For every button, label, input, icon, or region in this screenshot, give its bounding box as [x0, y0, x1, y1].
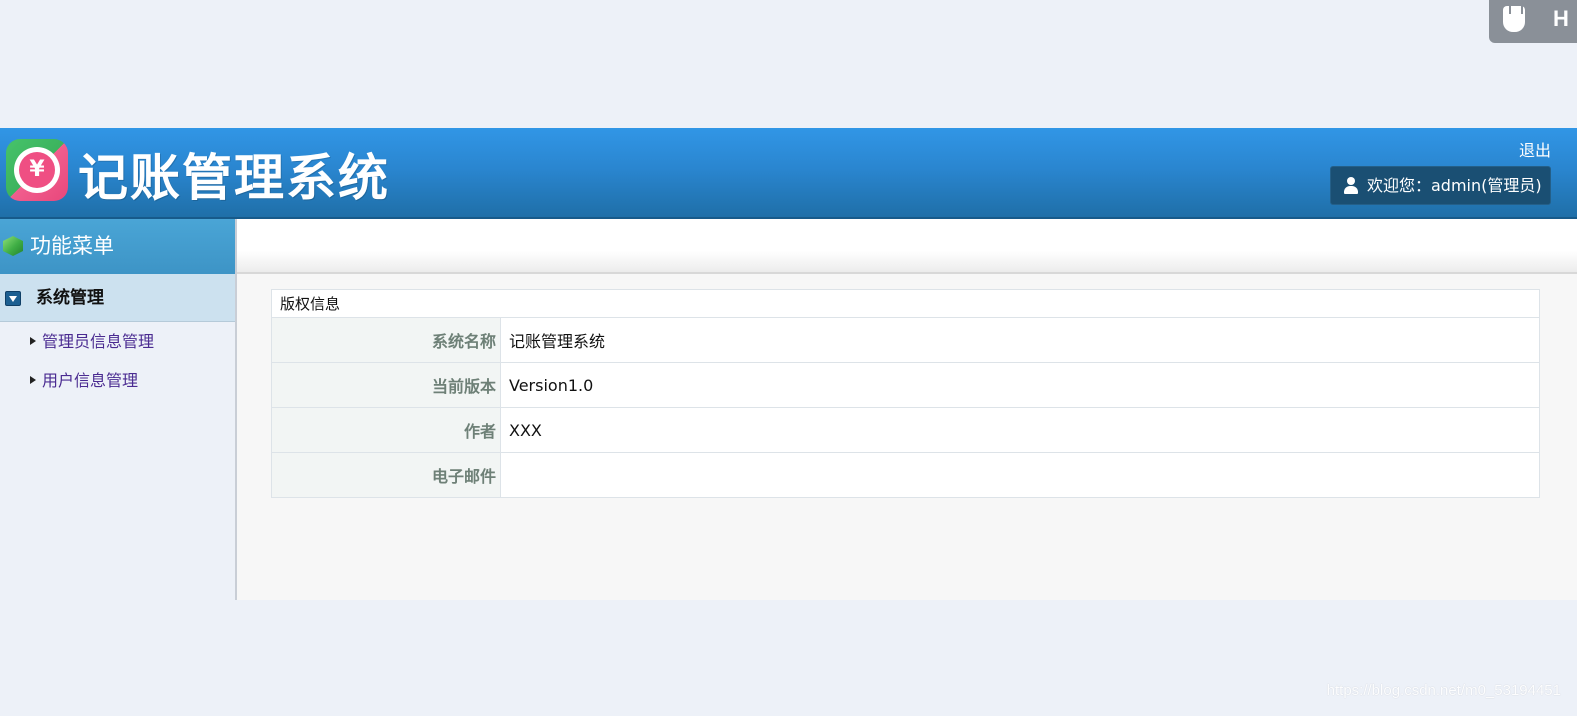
- app-title: 记账管理系统: [78, 149, 390, 207]
- main-content: 版权信息 系统名称 记账管理系统 当前版本 Version1.0 作者 XXX …: [237, 219, 1577, 600]
- sidebar-item-label[interactable]: 用户信息管理: [42, 371, 138, 390]
- extension-letter: H: [1553, 6, 1569, 31]
- row-value: XXX: [500, 407, 1540, 453]
- row-label: 当前版本: [271, 362, 501, 408]
- sidebar-item-admin-info[interactable]: 管理员信息管理: [0, 322, 235, 361]
- sidebar-item-user-info[interactable]: 用户信息管理: [0, 361, 235, 400]
- content-toolbar: [237, 219, 1577, 274]
- yen-coin-icon: ¥: [19, 152, 55, 188]
- table-row: 电子邮件: [271, 452, 1540, 498]
- welcome-text: 欢迎您：admin(管理员): [1367, 176, 1542, 195]
- row-value: 记账管理系统: [500, 317, 1540, 363]
- copyright-info-table: 版权信息 系统名称 记账管理系统 当前版本 Version1.0 作者 XXX …: [271, 289, 1540, 498]
- table-row: 当前版本 Version1.0: [271, 362, 1540, 408]
- row-label: 系统名称: [271, 317, 501, 363]
- row-value: Version1.0: [500, 362, 1540, 408]
- sidebar: 功能菜单 系统管理 管理员信息管理 用户信息管理: [0, 219, 237, 600]
- table-row: 作者 XXX: [271, 407, 1540, 453]
- app-header: ¥ 记账管理系统 退出 欢迎您：admin(管理员): [0, 128, 1577, 219]
- menu-header: 功能菜单: [0, 219, 235, 274]
- row-label: 作者: [271, 407, 501, 453]
- table-caption: 版权信息: [271, 289, 1540, 318]
- table-row: 系统名称 记账管理系统: [271, 317, 1540, 363]
- usb-drive-icon: [1503, 4, 1525, 32]
- row-value: [500, 452, 1540, 498]
- sidebar-group-system[interactable]: 系统管理: [0, 274, 235, 322]
- cube-icon: [3, 236, 23, 256]
- logout-link[interactable]: 退出: [1519, 137, 1551, 161]
- sidebar-group-label: 系统管理: [36, 288, 104, 308]
- user-icon: [1343, 177, 1359, 195]
- menu-title: 功能菜单: [30, 234, 114, 258]
- sidebar-item-label[interactable]: 管理员信息管理: [42, 332, 154, 351]
- browser-extension-widget[interactable]: H: [1489, 0, 1577, 43]
- row-label: 电子邮件: [271, 452, 501, 498]
- triangle-right-icon: [30, 376, 36, 384]
- table-caption-row: 版权信息: [271, 289, 1540, 318]
- collapse-toggle-icon[interactable]: [5, 291, 21, 306]
- watermark: https://blog.csdn.net/m0_53194451: [1326, 682, 1561, 699]
- triangle-right-icon: [30, 337, 36, 345]
- app-logo-icon: ¥: [6, 139, 68, 201]
- welcome-badge: 欢迎您：admin(管理员): [1330, 166, 1551, 205]
